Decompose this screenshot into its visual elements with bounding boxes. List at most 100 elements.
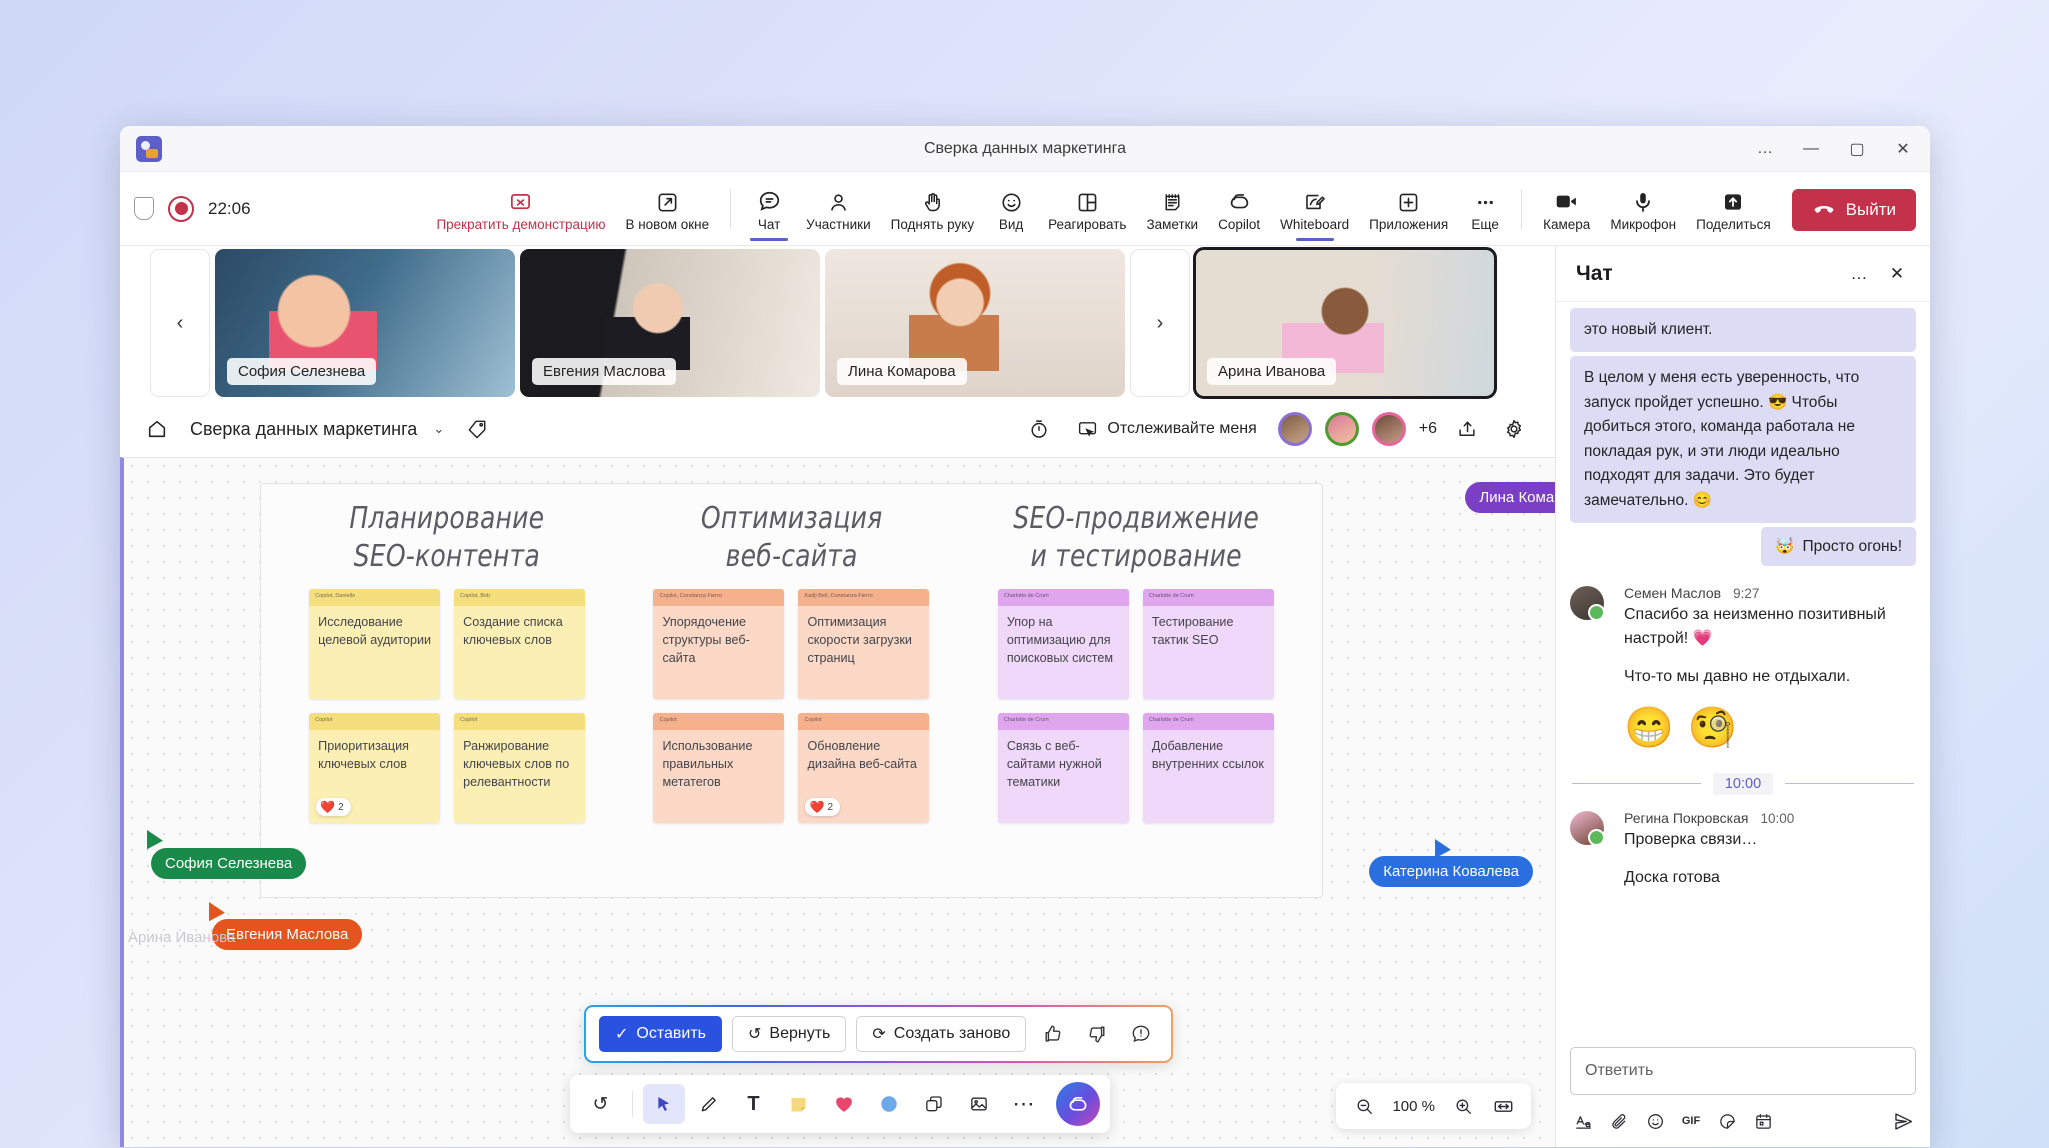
- whiteboard-button[interactable]: Whiteboard: [1271, 183, 1358, 241]
- shape-tool[interactable]: [868, 1084, 910, 1124]
- window-title: Сверка данных маркетинга: [923, 139, 1127, 157]
- notes-icon: [1161, 187, 1184, 214]
- sticker-icon[interactable]: [1710, 1105, 1744, 1137]
- home-icon[interactable]: [140, 412, 174, 446]
- undo-tool[interactable]: ↺: [580, 1084, 622, 1124]
- more-tool[interactable]: ⋯: [1003, 1084, 1045, 1124]
- copilot-regenerate-button[interactable]: ⟳ Создать заново: [856, 1016, 1027, 1052]
- timer-icon[interactable]: [1022, 412, 1056, 446]
- emoji-icon[interactable]: [1638, 1105, 1672, 1137]
- camera-button[interactable]: Камера: [1534, 183, 1599, 235]
- maximize-button[interactable]: ▢: [1834, 127, 1880, 171]
- chat-button[interactable]: Чат: [743, 183, 795, 241]
- sticky-note[interactable]: Copilot, Bob Создание списка ключевых сл…: [454, 589, 586, 699]
- shield-icon: [134, 197, 154, 220]
- chevron-down-icon[interactable]: ⌄: [433, 421, 444, 437]
- thumbs-down-icon[interactable]: [1080, 1017, 1114, 1051]
- copilot-keep-button[interactable]: ✓ Оставить: [599, 1016, 722, 1052]
- toolbar-divider: [730, 188, 732, 229]
- sticky-note[interactable]: Charlotte de Crum Тестирование тактик SE…: [1142, 589, 1274, 699]
- format-icon[interactable]: [1566, 1105, 1600, 1137]
- participant-name: Лина Комарова: [837, 358, 967, 385]
- reaction-badge[interactable]: ❤️ 2: [805, 798, 840, 816]
- sticker-tool[interactable]: [913, 1084, 955, 1124]
- reply-input[interactable]: Ответить: [1570, 1047, 1916, 1095]
- title-bar: Сверка данных маркетинга … — ▢ ✕: [120, 126, 1930, 172]
- image-tool[interactable]: [958, 1084, 1000, 1124]
- more-button[interactable]: Еще: [1459, 183, 1511, 235]
- whiteboard-canvas[interactable]: Планирование SEO-контента Copilot, Danie…: [120, 457, 1555, 1147]
- zoom-in-icon[interactable]: [1445, 1089, 1481, 1123]
- participants-button[interactable]: Участники: [797, 183, 880, 235]
- video-tile[interactable]: Евгения Маслова: [520, 249, 820, 397]
- apps-button[interactable]: Приложения: [1360, 183, 1457, 235]
- copilot-dock-button[interactable]: [1055, 1082, 1100, 1126]
- window-more-button[interactable]: …: [1742, 127, 1788, 171]
- notes-button[interactable]: Заметки: [1137, 183, 1207, 235]
- sticky-note[interactable]: Charlotte de Crum Связь с веб-сайтами ну…: [997, 713, 1129, 823]
- chat-time-divider: 10:00: [1572, 772, 1915, 795]
- reaction-tool[interactable]: [823, 1084, 865, 1124]
- chat-message-list[interactable]: это новый клиент. В целом у меня есть ув…: [1556, 302, 1930, 1039]
- zoom-out-icon[interactable]: [1346, 1089, 1382, 1123]
- fit-to-screen-icon[interactable]: [1485, 1089, 1521, 1123]
- text-tool[interactable]: T: [733, 1084, 775, 1124]
- sticky-note-text: Использование правильных метатегов: [653, 730, 785, 823]
- video-tile[interactable]: Лина Комарова: [825, 249, 1125, 397]
- raise-hand-button[interactable]: Поднять руку: [882, 183, 983, 235]
- sticky-note[interactable]: Copilot Использование правильных метатег…: [653, 713, 785, 823]
- follow-me-button[interactable]: Отслеживайте меня: [1069, 414, 1264, 445]
- avatar-overflow-count[interactable]: +6: [1419, 420, 1437, 438]
- sticky-note[interactable]: Charlotte de Crum Упор на оптимизацию дл…: [997, 589, 1129, 699]
- avatar[interactable]: [1570, 586, 1605, 622]
- select-tool[interactable]: [642, 1084, 685, 1124]
- react-button[interactable]: Реагировать: [1039, 183, 1135, 235]
- sticky-note[interactable]: Copilot, Danielle Исследование целевой а…: [309, 589, 441, 699]
- copilot-button[interactable]: Copilot: [1209, 183, 1269, 235]
- calendar-icon[interactable]: [1746, 1105, 1780, 1137]
- video-strip: ‹ София Селезнева Евгения Маслова Лина К…: [120, 246, 1555, 401]
- sticky-note[interactable]: Copilot Ранжирование ключевых слов по ре…: [454, 713, 586, 823]
- sticky-note[interactable]: Copilot Приоритизация ключевых слов ❤️ 2: [309, 713, 441, 823]
- video-prev-button[interactable]: ‹: [150, 249, 210, 397]
- minimize-button[interactable]: —: [1788, 127, 1834, 171]
- video-next-button[interactable]: ›: [1130, 249, 1190, 397]
- microphone-button[interactable]: Микрофон: [1601, 183, 1685, 235]
- copilot-undo-button[interactable]: ↺ Вернуть: [732, 1016, 847, 1052]
- microphone-icon: [1631, 187, 1655, 214]
- sticky-note[interactable]: Copilot, Constanza Fierro Упорядочение с…: [653, 589, 785, 699]
- chat-close-icon[interactable]: ✕: [1880, 257, 1914, 291]
- gear-icon[interactable]: [1497, 412, 1531, 446]
- tag-icon[interactable]: [460, 412, 494, 446]
- video-tile[interactable]: София Селезнева: [215, 249, 515, 397]
- chat-more-icon[interactable]: …: [1842, 257, 1876, 291]
- share-button[interactable]: Поделиться: [1687, 183, 1780, 235]
- avatar[interactable]: [1371, 412, 1406, 446]
- sticky-note[interactable]: Copilot Обновление дизайна веб-сайта ❤️ …: [798, 713, 930, 823]
- view-button[interactable]: Вид: [985, 183, 1037, 235]
- reaction-badge[interactable]: ❤️ 2: [316, 798, 351, 816]
- sticky-note-text: Исследование целевой аудитории: [309, 606, 441, 699]
- popout-button[interactable]: В новом окне: [616, 183, 718, 235]
- note-tool[interactable]: [778, 1084, 820, 1124]
- attach-icon[interactable]: [1602, 1105, 1636, 1137]
- meeting-toolbar: 22:06 Прекратить демонстрацию В новом ок…: [120, 172, 1930, 246]
- send-icon[interactable]: [1886, 1105, 1920, 1137]
- recording-icon[interactable]: [168, 195, 194, 222]
- sticky-note[interactable]: Kadji Bell, Constanza Fierro Оптимизация…: [798, 589, 930, 699]
- close-button[interactable]: ✕: [1880, 127, 1926, 171]
- toolbar-divider-2: [1521, 188, 1523, 229]
- thumbs-up-icon[interactable]: [1036, 1017, 1070, 1051]
- avatar[interactable]: [1277, 412, 1312, 446]
- share-board-icon[interactable]: [1450, 412, 1484, 446]
- leave-meeting-button[interactable]: Выйти: [1791, 188, 1916, 231]
- pen-tool[interactable]: [688, 1084, 730, 1124]
- video-tile-active[interactable]: Арина Иванова: [1193, 247, 1497, 399]
- stop-share-button[interactable]: Прекратить демонстрацию: [427, 183, 614, 235]
- sticky-note[interactable]: Charlotte de Crum Добавление внутренних …: [1142, 713, 1274, 823]
- exploding-head-emoji: 🤯: [1775, 538, 1795, 556]
- gif-icon[interactable]: GIF: [1674, 1105, 1708, 1137]
- avatar[interactable]: [1324, 412, 1359, 446]
- report-icon[interactable]: [1124, 1017, 1158, 1051]
- avatar[interactable]: [1570, 810, 1605, 846]
